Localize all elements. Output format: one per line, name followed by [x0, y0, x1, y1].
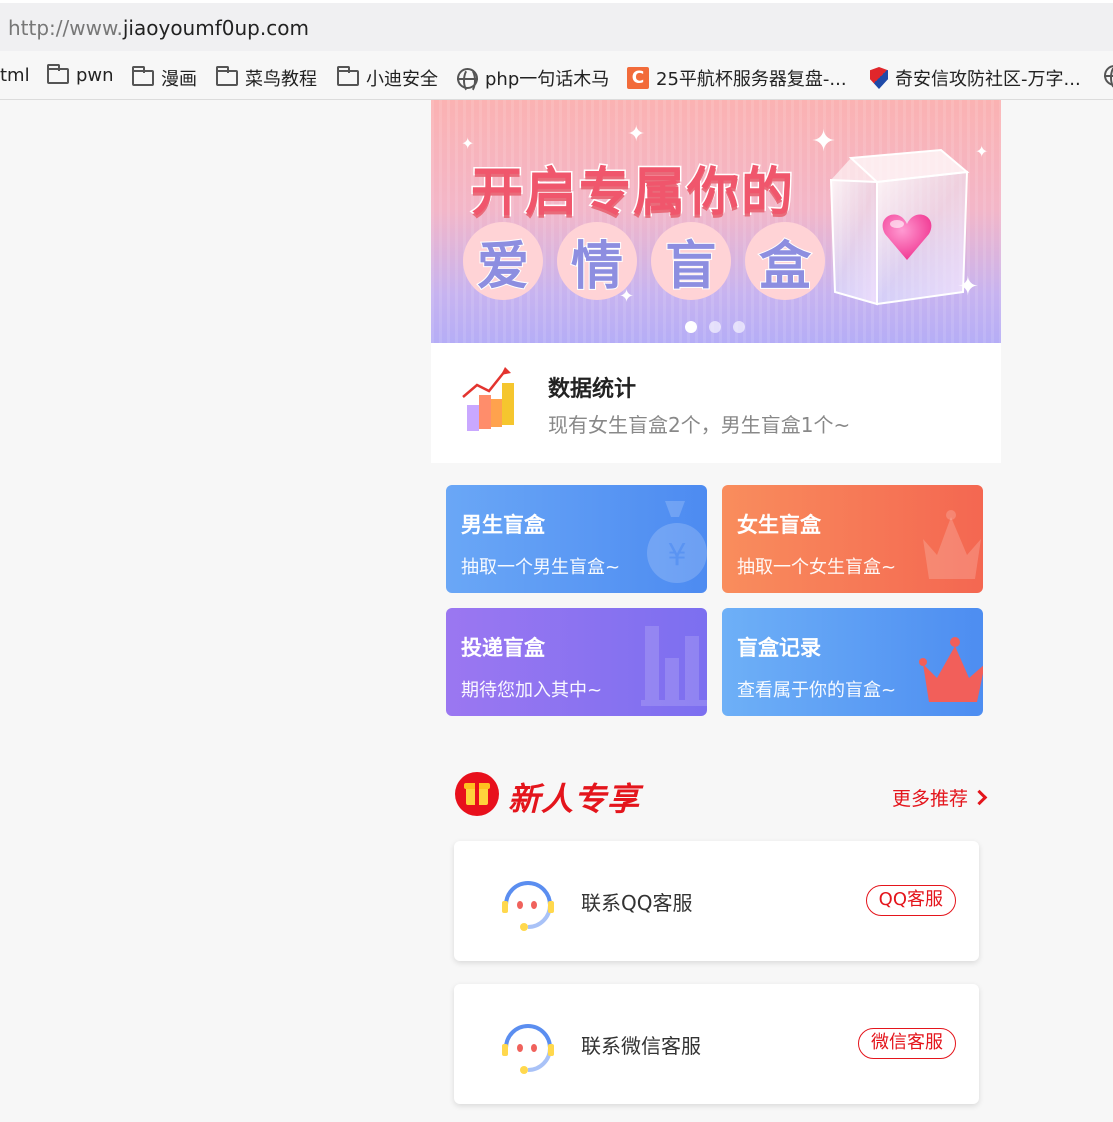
c-logo-icon: C — [627, 67, 649, 89]
carousel-dot[interactable] — [685, 321, 697, 333]
svg-text:¥: ¥ — [667, 538, 686, 573]
address-bar[interactable]: http://www.jiaoyoumf0up.com — [0, 0, 1113, 51]
qq-service-card[interactable]: 联系QQ客服 QQ客服 — [454, 841, 979, 961]
section-title: 新人专享 — [508, 780, 641, 818]
carousel-dot[interactable] — [709, 321, 721, 333]
globe-icon — [457, 67, 478, 93]
growth-chart-icon — [462, 367, 514, 431]
bookmark-php-webshell[interactable]: php一句话木马 — [457, 65, 610, 93]
qq-service-button[interactable]: QQ客服 — [865, 885, 956, 916]
card-title: 男生盲盒 — [461, 513, 545, 537]
more-link-label: 更多推荐 — [891, 788, 968, 810]
bookmark-runoob[interactable]: 菜鸟教程 — [216, 65, 317, 91]
banner-headline: 开启专属你的 — [469, 162, 796, 225]
wechat-service-button[interactable]: 微信客服 — [858, 1028, 956, 1059]
customer-service-icon — [502, 881, 554, 931]
sparkle-icon: ✦ — [975, 142, 989, 161]
card-title: 投递盲盒 — [461, 636, 545, 660]
bookmark-manga[interactable]: 漫画 — [132, 65, 197, 91]
shield-logo-icon — [870, 67, 888, 89]
banner-char: 盲 — [651, 222, 731, 300]
submit-blindbox-card[interactable]: 投递盲盒 期待您加入其中~ — [446, 608, 707, 716]
bookmark-label: 25平航杯服务器复盘-... — [656, 69, 847, 90]
gift-icon — [455, 772, 499, 816]
stats-subtitle: 现有女生盲盒2个，男生盲盒1个~ — [548, 413, 851, 437]
stats-title: 数据统计 — [548, 377, 637, 402]
more-recommend-link[interactable]: 更多推荐 — [891, 784, 988, 811]
card-subtitle: 查看属于你的盲盒~ — [737, 680, 897, 701]
banner-char: 情 — [557, 222, 637, 300]
folder-icon — [337, 66, 359, 86]
blindbox-records-card[interactable]: 盲盒记录 查看属于你的盲盒~ — [722, 608, 983, 716]
stats-panel: 数据统计 现有女生盲盒2个，男生盲盒1个~ — [431, 343, 1001, 463]
url-protocol: http://www. — [8, 16, 123, 40]
bar-chart-icon — [641, 626, 707, 706]
bookmark-label: pwn — [76, 65, 114, 86]
bookmark-overflow[interactable] — [1104, 65, 1113, 90]
chevron-right-icon — [971, 789, 988, 806]
bookmark-pwn[interactable]: pwn — [47, 63, 114, 86]
bookmark-label: tml — [0, 65, 30, 86]
banner-char: 盒 — [745, 222, 825, 300]
crown-icon — [919, 637, 983, 702]
bookmark-xiaodi[interactable]: 小迪安全 — [337, 65, 438, 91]
sparkle-icon: ✦ — [627, 122, 646, 147]
card-subtitle: 抽取一个女生盲盒~ — [737, 557, 897, 578]
hero-banner[interactable]: ✦ ✦ ✦ ✦ ✦ ✦ ✦ 开启专属你的 爱 情 盲 盒 — [431, 100, 1001, 343]
female-blindbox-card[interactable]: 女生盲盒 抽取一个女生盲盒~ — [722, 485, 983, 593]
heart-cube-icon — [829, 148, 970, 306]
url-host: jiaoyoumf0up.com — [122, 16, 309, 40]
bookmark-tml[interactable]: tml — [0, 65, 30, 86]
bookmark-label: php一句话木马 — [485, 69, 610, 90]
crown-icon — [923, 510, 981, 579]
bookmark-label: 漫画 — [161, 69, 197, 90]
male-blindbox-card[interactable]: ¥ 男生盲盒 抽取一个男生盲盒~ — [446, 485, 707, 593]
card-subtitle: 抽取一个男生盲盒~ — [461, 557, 621, 578]
bookmark-hangbei[interactable]: C 25平航杯服务器复盘-... — [627, 65, 847, 91]
folder-icon — [216, 66, 238, 86]
service-label: 联系QQ客服 — [581, 891, 693, 915]
money-bag-icon: ¥ — [647, 501, 707, 583]
service-label: 联系微信客服 — [581, 1034, 701, 1058]
bookmark-label: 菜鸟教程 — [245, 69, 317, 90]
url-text[interactable]: http://www.jiaoyoumf0up.com — [8, 16, 309, 40]
folder-icon — [132, 66, 154, 86]
carousel-indicator — [685, 321, 745, 333]
banner-subheadline: 爱 情 盲 盒 — [463, 222, 825, 300]
bookmarks-bar: tml pwn 漫画 菜鸟教程 小迪安全 php一句话木马 C 25平航杯服务器… — [0, 51, 1113, 100]
globe-icon — [1104, 65, 1113, 90]
card-title: 女生盲盒 — [737, 513, 821, 537]
wechat-service-card[interactable]: 联系微信客服 微信客服 — [454, 984, 979, 1104]
carousel-dot[interactable] — [733, 321, 745, 333]
bookmark-qianxin[interactable]: 奇安信攻防社区-万字... — [870, 65, 1081, 91]
customer-service-icon — [502, 1024, 554, 1074]
newcomer-section-header: 新人专享 更多推荐 — [455, 770, 988, 818]
app-page: ✦ ✦ ✦ ✦ ✦ ✦ ✦ 开启专属你的 爱 情 盲 盒 — [431, 100, 1001, 1122]
card-subtitle: 期待您加入其中~ — [461, 680, 603, 701]
folder-icon — [47, 63, 69, 84]
banner-char: 爱 — [463, 222, 543, 300]
bookmark-label: 小迪安全 — [366, 69, 438, 90]
card-title: 盲盒记录 — [737, 636, 821, 660]
bookmark-label: 奇安信攻防社区-万字... — [895, 69, 1081, 90]
